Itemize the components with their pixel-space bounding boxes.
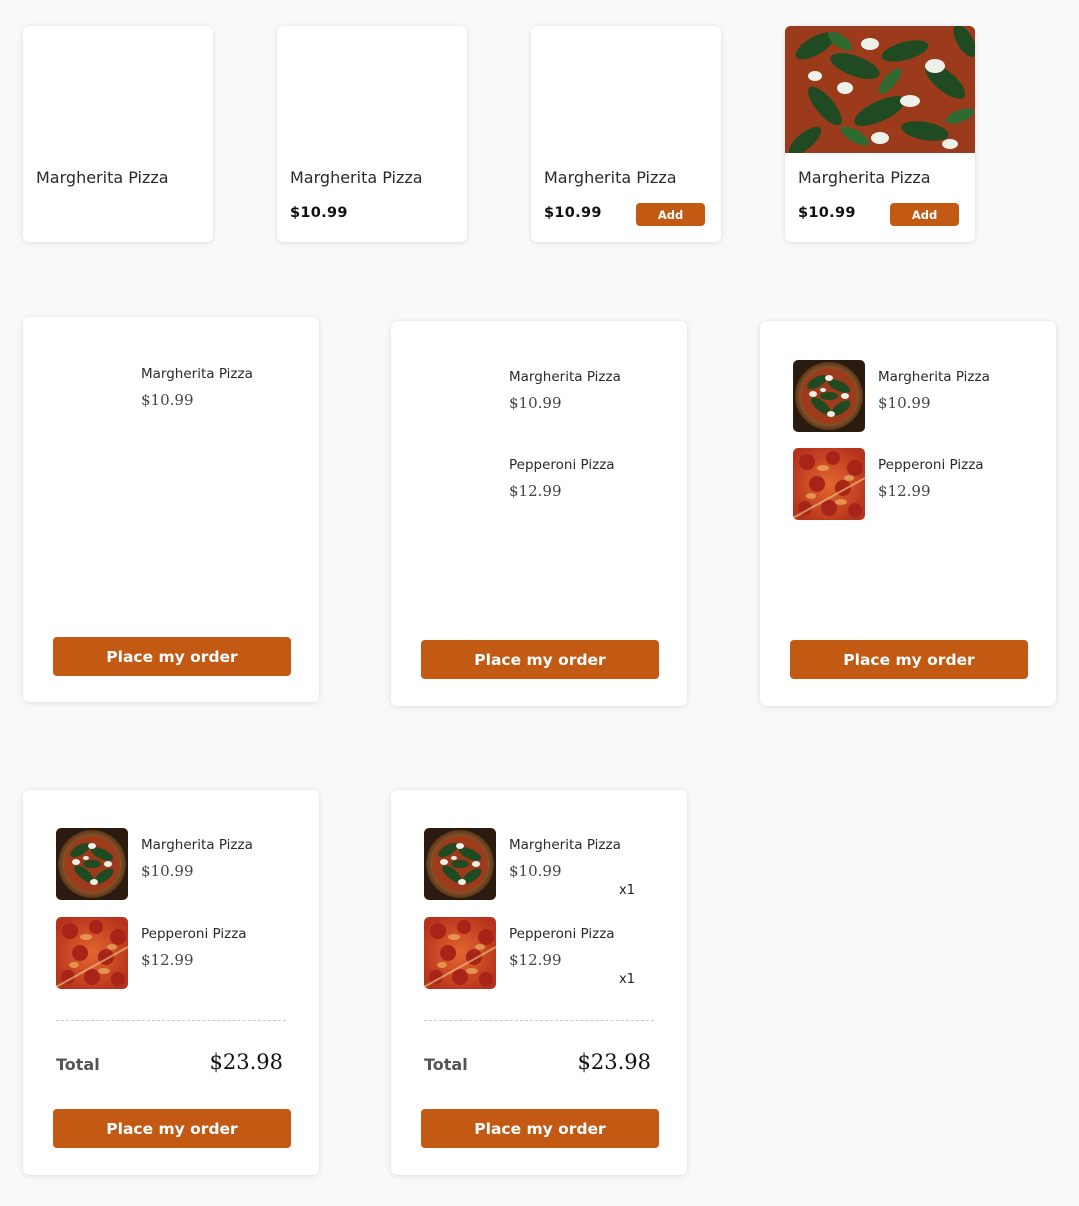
cart-item-quantity: x1: [619, 883, 635, 898]
margherita-pizza-image: [793, 360, 865, 432]
cart-item: Margherita Pizza $10.99: [23, 357, 319, 429]
cart-item-name: Pepperoni Pizza: [878, 457, 984, 473]
product-price: $10.99: [290, 205, 348, 221]
total-label: Total: [424, 1055, 468, 1074]
place-order-button[interactable]: Place my order: [421, 1109, 659, 1148]
product-name: Margherita Pizza: [290, 168, 423, 187]
cart-item-price: $10.99: [509, 394, 562, 412]
cart-item-name: Margherita Pizza: [509, 837, 621, 853]
cart-item: Margherita Pizza $10.99 x1: [391, 828, 687, 900]
cart-item-price: $10.99: [141, 391, 194, 409]
cart-item: Pepperoni Pizza $12.99: [760, 448, 1056, 520]
cart-item-name: Pepperoni Pizza: [509, 457, 615, 473]
pepperoni-pizza-image: [424, 917, 496, 989]
cart-item-price: $10.99: [141, 862, 194, 880]
product-card: Margherita Pizza $10.99 Add: [785, 26, 975, 242]
product-price: $10.99: [544, 205, 602, 221]
cart-card: Margherita Pizza $10.99 x1 Pepperoni Piz…: [391, 790, 687, 1175]
place-order-button[interactable]: Place my order: [790, 640, 1028, 679]
place-order-button[interactable]: Place my order: [421, 640, 659, 679]
margherita-pizza-image: [424, 828, 496, 900]
cart-item-price: $10.99: [509, 862, 562, 880]
place-order-button[interactable]: Place my order: [53, 1109, 291, 1148]
product-price: $10.99: [798, 205, 856, 221]
product-name: Margherita Pizza: [544, 168, 677, 187]
cart-card: Margherita Pizza $10.99 Pepperoni Pizza …: [391, 321, 687, 706]
total-value: $23.98: [577, 1050, 651, 1074]
margherita-pizza-image: [785, 26, 975, 153]
cart-card: Margherita Pizza $10.99 Pepperoni Pizza …: [760, 321, 1056, 706]
pepperoni-pizza-image: [56, 917, 128, 989]
add-button[interactable]: Add: [890, 203, 959, 226]
cart-item-price: $12.99: [141, 951, 194, 969]
cart-item: Margherita Pizza $10.99: [391, 360, 687, 432]
add-button[interactable]: Add: [636, 203, 705, 226]
cart-item-name: Margherita Pizza: [509, 369, 621, 385]
cart-item-name: Pepperoni Pizza: [141, 926, 247, 942]
cart-item-name: Margherita Pizza: [878, 369, 990, 385]
margherita-pizza-image: [56, 828, 128, 900]
cart-item-price: $12.99: [509, 951, 562, 969]
product-card: Margherita Pizza $10.99: [277, 26, 467, 242]
cart-item: Pepperoni Pizza $12.99 x1: [391, 917, 687, 989]
cart-item: Margherita Pizza $10.99: [760, 360, 1056, 432]
cart-item: Margherita Pizza $10.99: [23, 828, 319, 900]
cart-item-name: Margherita Pizza: [141, 366, 253, 382]
total-value: $23.98: [209, 1050, 283, 1074]
product-name: Margherita Pizza: [798, 168, 931, 187]
cart-item-price: $12.99: [878, 482, 931, 500]
dashed-divider: [56, 1020, 286, 1021]
pepperoni-pizza-image: [793, 448, 865, 520]
cart-card: Margherita Pizza $10.99 Place my order: [23, 317, 319, 702]
cart-item: Pepperoni Pizza $12.99: [23, 917, 319, 989]
product-card: Margherita Pizza $10.99 Add: [531, 26, 721, 242]
cart-card: Margherita Pizza $10.99 Pepperoni Pizza …: [23, 790, 319, 1175]
cart-item: Pepperoni Pizza $12.99: [391, 448, 687, 520]
dashed-divider: [424, 1020, 654, 1021]
total-label: Total: [56, 1055, 100, 1074]
product-card: Margherita Pizza: [23, 26, 213, 242]
cart-item-price: $12.99: [509, 482, 562, 500]
place-order-button[interactable]: Place my order: [53, 637, 291, 676]
cart-item-quantity: x1: [619, 972, 635, 987]
cart-item-name: Pepperoni Pizza: [509, 926, 615, 942]
product-name: Margherita Pizza: [36, 168, 169, 187]
cart-item-price: $10.99: [878, 394, 931, 412]
cart-item-name: Margherita Pizza: [141, 837, 253, 853]
